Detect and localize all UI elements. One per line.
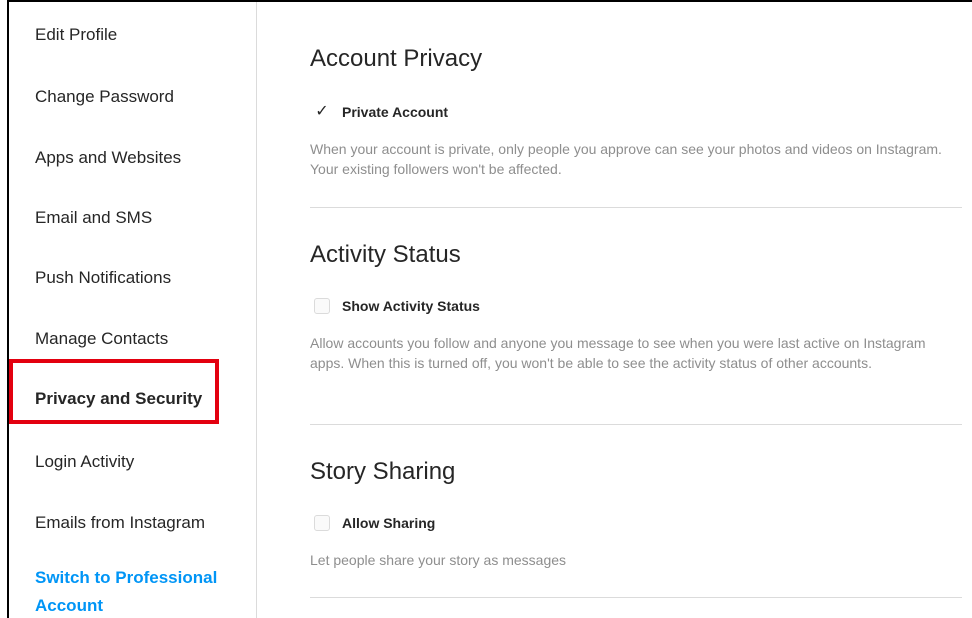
sidebar-item-edit-profile[interactable]: Edit Profile bbox=[35, 24, 117, 46]
sidebar-item-switch-to-professional[interactable]: Switch to Professional Account bbox=[35, 564, 235, 618]
highlight-box bbox=[9, 359, 219, 424]
section-title-account-privacy: Account Privacy bbox=[310, 45, 483, 72]
check-icon[interactable]: ✓ bbox=[314, 104, 330, 120]
checkbox[interactable] bbox=[314, 515, 330, 531]
sidebar-item-apps-and-websites[interactable]: Apps and Websites bbox=[35, 147, 181, 169]
sidebar-item-login-activity[interactable]: Login Activity bbox=[35, 451, 134, 473]
sidebar-item-push-notifications[interactable]: Push Notifications bbox=[35, 267, 171, 289]
account-privacy-description: When your account is private, only peopl… bbox=[310, 141, 942, 177]
divider bbox=[310, 597, 962, 598]
show-activity-status-checkbox-row[interactable]: Show Activity Status bbox=[314, 298, 480, 314]
sidebar-item-change-password[interactable]: Change Password bbox=[35, 86, 174, 108]
checkbox[interactable] bbox=[314, 298, 330, 314]
settings-sidebar: Edit Profile Change Password Apps and We… bbox=[9, 2, 257, 618]
activity-status-description: Allow accounts you follow and anyone you… bbox=[310, 335, 926, 371]
settings-main: Account Privacy ✓ Private Account When y… bbox=[310, 0, 972, 618]
show-activity-status-label: Show Activity Status bbox=[342, 298, 480, 314]
divider bbox=[310, 424, 962, 425]
sidebar-item-manage-contacts[interactable]: Manage Contacts bbox=[35, 328, 168, 350]
private-account-checkbox-row[interactable]: ✓ Private Account bbox=[314, 104, 449, 121]
section-title-activity-status: Activity Status bbox=[310, 241, 461, 268]
sidebar-item-email-and-sms[interactable]: Email and SMS bbox=[35, 207, 152, 229]
private-account-label: Private Account bbox=[342, 104, 449, 120]
sidebar-item-emails-from-instagram[interactable]: Emails from Instagram bbox=[35, 512, 205, 534]
section-title-story-sharing: Story Sharing bbox=[310, 458, 456, 485]
story-sharing-description: Let people share your story as messages bbox=[310, 552, 567, 568]
allow-sharing-checkbox-row[interactable]: Allow Sharing bbox=[314, 515, 435, 531]
allow-sharing-label: Allow Sharing bbox=[342, 515, 436, 531]
divider bbox=[310, 207, 962, 208]
